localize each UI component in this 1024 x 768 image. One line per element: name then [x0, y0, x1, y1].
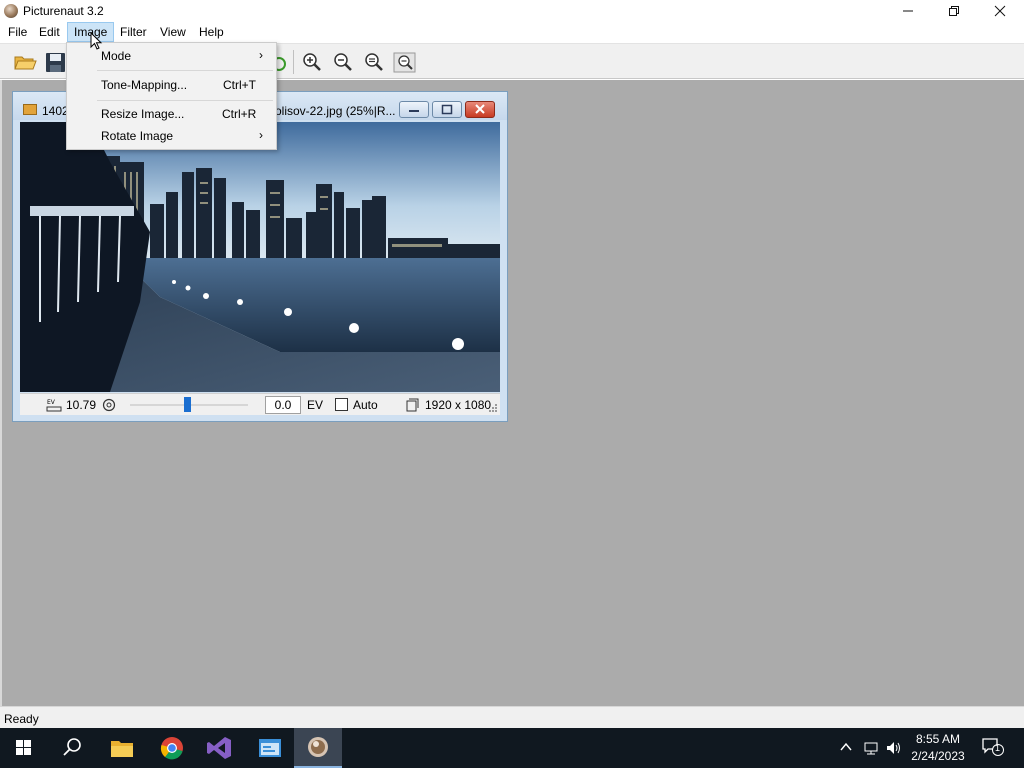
- taskbar-picturenaut[interactable]: [294, 728, 342, 768]
- zoom-actual-icon: [393, 52, 416, 73]
- menu-filter[interactable]: Filter: [114, 22, 153, 42]
- minimize-button[interactable]: [885, 0, 931, 22]
- menu-item-shortcut: Ctrl+R: [222, 107, 257, 121]
- menu-item-label: Rotate Image: [101, 129, 174, 143]
- zoom-in-icon: [303, 53, 321, 71]
- image-dimensions: 1920 x 1080: [425, 398, 492, 412]
- open-button[interactable]: [12, 50, 38, 74]
- exposure-value: 10.79: [66, 398, 97, 412]
- close-icon: [994, 5, 1006, 17]
- window-title: Picturenaut 3.2: [23, 4, 104, 18]
- taskbar-app[interactable]: [246, 728, 294, 768]
- menu-help[interactable]: Help: [193, 22, 230, 42]
- menu-item-resize-image[interactable]: Resize Image... Ctrl+R: [67, 103, 276, 125]
- close-button[interactable]: [977, 0, 1023, 22]
- auto-checkbox[interactable]: [335, 398, 348, 411]
- zoom-fit-button[interactable]: [361, 50, 387, 74]
- menu-item-rotate-image[interactable]: Rotate Image ›: [67, 125, 276, 147]
- menu-view[interactable]: View: [154, 22, 192, 42]
- window-app-icon: [259, 739, 281, 757]
- zoom-out-button[interactable]: [330, 50, 356, 74]
- city-skyline-photo: [20, 122, 500, 392]
- zoom-fit-icon: [365, 53, 383, 71]
- doc-close-button[interactable]: [465, 101, 495, 118]
- menu-file[interactable]: File: [2, 22, 33, 42]
- document-statusbar: EV 10.79 EV Auto 1920 x 1080: [20, 393, 500, 415]
- taskbar-file-explorer[interactable]: [98, 728, 146, 768]
- status-bar: Ready: [0, 706, 1024, 728]
- network-icon[interactable]: [863, 740, 879, 759]
- app-icon: [4, 4, 18, 18]
- menu-item-label: Mode: [101, 49, 132, 63]
- menu-item-tone-mapping[interactable]: Tone-Mapping... Ctrl+T: [67, 74, 276, 96]
- image-canvas[interactable]: [20, 122, 500, 392]
- close-icon: [475, 104, 485, 114]
- document-title-right: olisov-22.jpg (25%|R...: [275, 104, 396, 118]
- menu-item-label: Tone-Mapping...: [101, 78, 188, 92]
- aperture-icon: [102, 398, 116, 412]
- search-icon: [63, 738, 81, 756]
- taskbar: 8:55 AM 2/24/2023 1: [0, 728, 1024, 768]
- resize-grip-icon[interactable]: [486, 402, 498, 414]
- taskbar-chrome[interactable]: [148, 728, 196, 768]
- menu-item-label: Resize Image...: [101, 107, 185, 121]
- taskbar-clock[interactable]: 8:55 AM 2/24/2023: [905, 731, 971, 765]
- clock-date: 2/24/2023: [911, 749, 965, 763]
- windows-start-icon: [16, 740, 31, 755]
- exposure-icon: EV: [46, 399, 62, 412]
- maximize-icon: [441, 104, 453, 115]
- submenu-arrow-icon: ›: [259, 48, 263, 62]
- document-title-left: 1402: [42, 104, 69, 118]
- image-size-icon: [406, 398, 419, 412]
- folder-open-icon: [14, 56, 37, 70]
- ev-label: EV: [307, 398, 324, 412]
- minimize-icon: [903, 10, 913, 12]
- status-text: Ready: [4, 712, 39, 726]
- restore-button[interactable]: [931, 0, 977, 22]
- auto-label: Auto: [353, 398, 378, 412]
- search-button[interactable]: [48, 728, 96, 768]
- notification-center-button[interactable]: 1: [982, 738, 1004, 756]
- volume-icon[interactable]: [885, 740, 901, 759]
- clock-time: 8:55 AM: [915, 732, 961, 746]
- zoom-out-icon: [334, 53, 352, 71]
- doc-maximize-button[interactable]: [432, 101, 462, 118]
- start-button[interactable]: [0, 728, 48, 768]
- notification-count: 1: [995, 743, 1001, 753]
- ev-input[interactable]: [265, 396, 301, 414]
- menu-bar: File Edit Image Filter View Help: [0, 22, 1024, 42]
- chrome-icon: [160, 737, 183, 760]
- submenu-arrow-icon: ›: [259, 128, 263, 142]
- visual-studio-icon: [207, 737, 231, 759]
- taskbar-visual-studio[interactable]: [196, 728, 244, 768]
- minimize-icon: [409, 110, 419, 112]
- zoom-in-button[interactable]: [299, 50, 325, 74]
- image-icon: [23, 104, 37, 115]
- tray-overflow-icon[interactable]: [839, 740, 853, 757]
- exposure-slider-thumb[interactable]: [184, 397, 191, 412]
- title-bar: Picturenaut 3.2: [0, 0, 1024, 22]
- picturenaut-icon: [308, 737, 328, 757]
- folder-icon: [111, 741, 133, 757]
- doc-minimize-button[interactable]: [399, 101, 429, 118]
- restore-icon: [949, 6, 959, 16]
- zoom-actual-button[interactable]: [392, 50, 418, 74]
- menu-edit[interactable]: Edit: [33, 22, 66, 42]
- image-menu-dropdown: Mode › Tone-Mapping... Ctrl+T Resize Ima…: [66, 42, 277, 150]
- svg-text:EV: EV: [47, 399, 56, 406]
- mouse-cursor-icon: [90, 32, 103, 50]
- notification-icon: [982, 738, 1004, 756]
- menu-item-shortcut: Ctrl+T: [223, 78, 256, 92]
